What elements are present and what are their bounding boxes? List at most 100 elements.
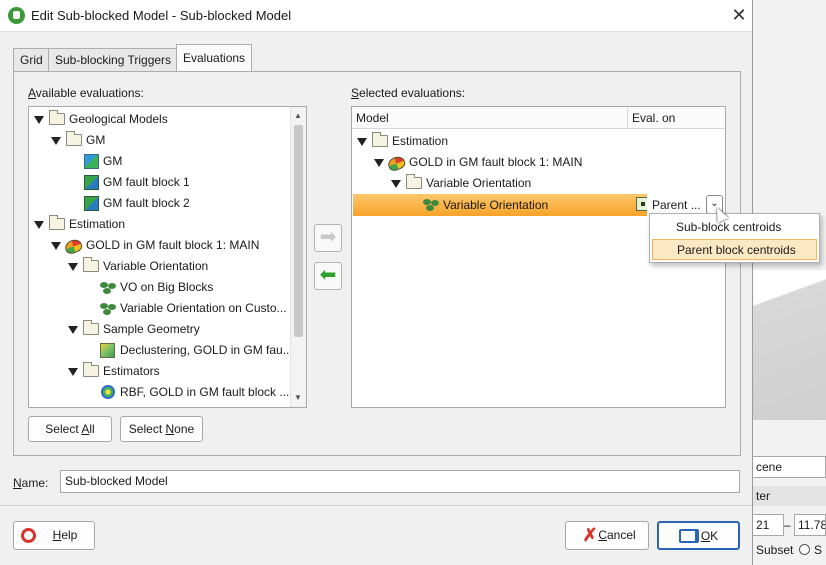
expand-arrow-icon[interactable] xyxy=(51,137,61,145)
expand-arrow-icon[interactable] xyxy=(68,263,78,271)
tree-item-label: Variable Orientation xyxy=(103,259,209,273)
tree-item-label: GOLD in GM fault block 1: MAIN xyxy=(86,238,260,252)
arrow-right-icon: ➡ xyxy=(319,226,337,248)
tree-item-geological-models[interactable]: Geological Models xyxy=(29,109,289,130)
tab-sub-blocking-triggers[interactable]: Sub-blocking Triggers xyxy=(48,48,179,71)
title-bar: Edit Sub-blocked Model - Sub-blocked Mod… xyxy=(0,0,752,32)
tree-item-label: RBF, GOLD in GM fault block ... xyxy=(120,385,290,399)
table-row-selected[interactable]: Variable Orientation xyxy=(353,194,650,216)
expand-arrow-icon[interactable] xyxy=(374,159,384,167)
expand-arrow-icon[interactable] xyxy=(34,116,44,124)
help-button[interactable]: Help xyxy=(13,521,95,550)
name-input[interactable]: Sub-blocked Model xyxy=(60,470,740,493)
option-sub-block-centroids[interactable]: Sub-block centroids xyxy=(652,217,817,238)
table-row[interactable]: GOLD in GM fault block 1: MAIN xyxy=(352,152,722,173)
tree-item-label: GM fault block 1 xyxy=(103,175,190,189)
tree-item-gm-folder[interactable]: GM xyxy=(29,130,289,151)
tree-item-label: GM xyxy=(86,133,106,147)
scrollbar-thumb[interactable] xyxy=(294,125,303,337)
tree-item-label: Estimation xyxy=(392,134,449,148)
tree-item-gm-fault-block-1[interactable]: GM fault block 1 xyxy=(29,172,289,193)
tree-item-sample-geometry[interactable]: Sample Geometry xyxy=(29,319,289,340)
expand-arrow-icon[interactable] xyxy=(51,242,61,250)
option-s-label: S xyxy=(814,543,823,557)
select-all-button[interactable]: Select All xyxy=(28,416,112,442)
tree-item-label: Geological Models xyxy=(69,112,168,126)
expand-arrow-icon[interactable] xyxy=(357,138,367,146)
select-none-button[interactable]: Select None xyxy=(120,416,203,442)
expand-arrow-icon[interactable] xyxy=(68,326,78,334)
tree-item-vo-on-custom[interactable]: Variable Orientation on Custo... xyxy=(29,298,289,319)
table-row[interactable]: Estimation xyxy=(352,131,722,152)
filter-label: ter xyxy=(752,486,826,506)
name-label: Name: xyxy=(13,476,49,490)
tree-item-label: Sample Geometry xyxy=(103,322,200,336)
tree-item-label: Variable Orientation on Custo... xyxy=(120,301,287,315)
variable-orientation-icon xyxy=(100,303,117,315)
tree-item-estimators[interactable]: Estimators xyxy=(29,361,289,382)
enter-arrow-icon xyxy=(679,529,699,543)
tree-item-gm-fault-block-2[interactable]: GM fault block 2 xyxy=(29,193,289,214)
tree-item-estimation[interactable]: Estimation xyxy=(29,214,289,235)
close-icon[interactable]: ✕ xyxy=(728,4,750,26)
scene-field: cene xyxy=(752,456,826,478)
folder-icon xyxy=(49,110,65,125)
range-separator: – xyxy=(784,518,791,532)
available-evaluations-label: Available evaluations: xyxy=(28,86,144,100)
scroll-down-icon[interactable]: ▼ xyxy=(294,393,302,402)
subset-radio[interactable] xyxy=(799,544,810,555)
available-evaluations-tree[interactable]: Geological Models GM GM GM fault block 1… xyxy=(28,106,307,408)
variable-orientation-icon xyxy=(423,199,440,211)
remove-evaluation-button[interactable]: ⬅ xyxy=(314,262,342,290)
variable-orientation-icon xyxy=(100,282,117,294)
folder-icon xyxy=(49,215,65,230)
tree-item-label: Variable Orientation xyxy=(426,176,532,190)
folder-icon xyxy=(406,174,422,189)
tree-item-label: Estimators xyxy=(103,364,160,378)
tree-item-variable-orientation-folder[interactable]: Variable Orientation xyxy=(29,256,289,277)
cancel-x-icon: ✗ xyxy=(582,525,598,545)
add-evaluation-button[interactable]: ➡ xyxy=(314,224,342,252)
dialog-title: Edit Sub-blocked Model - Sub-blocked Mod… xyxy=(31,8,292,23)
eval-on-dropdown-menu: Sub-block centroids Parent block centroi… xyxy=(649,213,820,263)
expand-arrow-icon[interactable] xyxy=(34,221,44,229)
scene-3d-view xyxy=(752,270,826,420)
geological-model-icon xyxy=(84,154,99,169)
tree-item-label: Declustering, GOLD in GM fau... xyxy=(120,343,293,357)
domained-estimation-icon xyxy=(386,154,407,173)
column-header-model[interactable]: Model xyxy=(352,107,628,129)
tree-item-vo-on-big-blocks[interactable]: VO on Big Blocks xyxy=(29,277,289,298)
vertical-scrollbar[interactable]: ▲ ▼ xyxy=(290,107,306,407)
range-min-input[interactable]: 21 xyxy=(752,514,784,536)
table-header: Model Eval. on xyxy=(352,107,725,129)
tree-item-label: GOLD in GM fault block 1: MAIN xyxy=(409,155,583,169)
tree-item-declustering[interactable]: Declustering, GOLD in GM fau... xyxy=(29,340,293,361)
tree-item-gold-main[interactable]: GOLD in GM fault block 1: MAIN xyxy=(29,235,289,256)
expand-arrow-icon[interactable] xyxy=(391,180,401,188)
lifebuoy-icon xyxy=(21,528,36,543)
option-parent-block-centroids[interactable]: Parent block centroids xyxy=(652,239,817,260)
tree-item-label: GM fault block 2 xyxy=(103,196,190,210)
folder-icon xyxy=(83,257,99,272)
scroll-up-icon[interactable]: ▲ xyxy=(294,111,302,120)
edit-sub-blocked-model-dialog: Edit Sub-blocked Model - Sub-blocked Mod… xyxy=(0,0,753,565)
rbf-icon xyxy=(101,385,115,399)
tab-evaluations[interactable]: Evaluations xyxy=(176,44,253,72)
table-row[interactable]: Variable Orientation xyxy=(352,173,722,194)
ok-button[interactable]: OK xyxy=(657,521,740,550)
footer-divider xyxy=(0,505,752,506)
tree-item-label: Estimation xyxy=(69,217,126,231)
tree-item-label: GM xyxy=(103,154,123,168)
arrow-left-icon: ⬅ xyxy=(319,264,337,286)
folder-icon xyxy=(66,131,82,146)
domained-estimation-icon xyxy=(63,237,84,256)
tree-item-rbf[interactable]: RBF, GOLD in GM fault block ... xyxy=(29,382,289,403)
range-max-input[interactable]: 11.78 xyxy=(794,514,826,536)
expand-arrow-icon[interactable] xyxy=(68,368,78,376)
column-header-eval-on[interactable]: Eval. on xyxy=(628,107,725,129)
cancel-button[interactable]: ✗ Cancel xyxy=(565,521,649,550)
tree-item-gm[interactable]: GM xyxy=(29,151,289,172)
subset-label: Subset xyxy=(756,543,794,557)
tab-grid[interactable]: Grid xyxy=(13,48,50,71)
leapfrog-app-icon xyxy=(8,7,25,24)
